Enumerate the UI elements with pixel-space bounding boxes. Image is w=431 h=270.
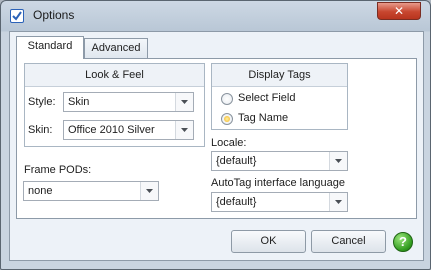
standard-tab-panel: Look & Feel Style: Skin Skin: Office 201…	[16, 58, 417, 219]
tag-name-radio[interactable]	[221, 113, 233, 125]
frame-pods-label: Frame PODs:	[24, 164, 92, 176]
look-and-feel-header: Look & Feel	[85, 69, 144, 81]
style-label: Style:	[28, 96, 56, 108]
autotag-language-combobox[interactable]: {default}	[211, 192, 348, 212]
frame-pods-combobox[interactable]: none	[23, 181, 159, 201]
chevron-down-icon[interactable]	[329, 193, 347, 211]
style-value: Skin	[68, 96, 90, 108]
skin-value: Office 2010 Silver	[68, 124, 155, 136]
tag-name-label[interactable]: Tag Name	[238, 112, 288, 124]
tab-advanced[interactable]: Advanced	[84, 38, 148, 59]
help-icon[interactable]: ?	[393, 232, 413, 252]
title-bar[interactable]: Options ✕	[1, 1, 430, 31]
locale-value: {default}	[216, 155, 257, 167]
close-button[interactable]: ✕	[377, 2, 421, 20]
options-app-icon	[10, 9, 24, 23]
display-tags-body: Select Field Tag Name	[212, 86, 347, 129]
dialog-client-area: Standard Advanced Look & Feel Style: Ski…	[9, 31, 424, 261]
ok-button[interactable]: OK	[231, 230, 306, 253]
select-field-radio[interactable]	[221, 93, 233, 105]
display-tags-header: Display Tags	[248, 69, 311, 81]
select-field-label[interactable]: Select Field	[238, 92, 295, 104]
frame-pods-value: none	[28, 185, 53, 197]
autotag-language-label: AutoTag interface language	[211, 177, 345, 189]
chevron-down-icon[interactable]	[175, 121, 193, 139]
look-and-feel-group: Look & Feel Style: Skin Skin: Office 201…	[24, 63, 205, 147]
locale-label: Locale:	[211, 137, 247, 149]
skin-label: Skin:	[28, 124, 53, 136]
tab-standard[interactable]: Standard	[16, 36, 84, 59]
chevron-down-icon[interactable]	[140, 182, 158, 200]
skin-combobox[interactable]: Office 2010 Silver	[63, 120, 194, 140]
display-tags-group: Display Tags Select Field Tag Name	[211, 63, 348, 130]
cancel-button[interactable]: Cancel	[311, 230, 386, 253]
chevron-down-icon[interactable]	[329, 152, 347, 170]
style-combobox[interactable]: Skin	[63, 92, 194, 112]
look-and-feel-body: Style: Skin Skin: Office 2010 Silver	[25, 86, 204, 146]
locale-combobox[interactable]: {default}	[211, 151, 348, 171]
options-dialog: Options ✕ Standard Advanced Look & Feel …	[0, 0, 431, 270]
window-title: Options	[33, 8, 75, 22]
autotag-language-value: {default}	[216, 196, 257, 208]
chevron-down-icon[interactable]	[175, 93, 193, 111]
close-icon: ✕	[393, 4, 405, 18]
